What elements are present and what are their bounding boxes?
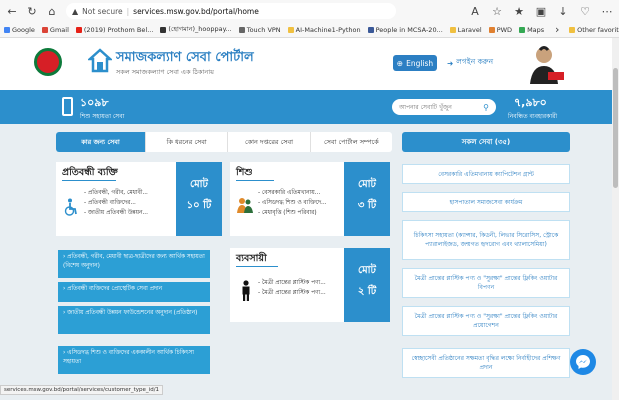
card-item: - মৈত্রী প্রান্তের প্লাস্টিক পণ্য... — [258, 280, 326, 286]
card-title: ব্যবসায়ী — [236, 253, 267, 264]
service-search-input[interactable]: আপনার সেবাটি খুঁজুন ⚲ — [392, 99, 496, 115]
tab-about-portal[interactable]: সেবা পোর্টাল সম্পর্কে — [311, 132, 392, 152]
card-item: - প্রতিবন্ধী, গরীব, মেধাবী... — [84, 190, 148, 196]
service-link[interactable]: › প্রতিবন্ধী, গরীব, মেধাবী ছাত্র-ছাত্রীদ… — [58, 250, 210, 278]
globe-icon: ⊕ — [396, 58, 404, 68]
scrollbar-thumb[interactable] — [613, 68, 618, 188]
portrait-icon — [530, 46, 564, 84]
bookmarks-bar: Google Gmail (2019) Prothom Bel... (হোগম… — [0, 22, 619, 38]
all-services-item[interactable]: হাসপাতাল সমাজসেবা কার্যক্রম — [402, 192, 570, 212]
download-icon[interactable]: ↓ — [557, 5, 569, 18]
reload-icon[interactable]: ↻ — [26, 5, 38, 18]
service-link[interactable]: › প্রতিবন্ধী ব্যক্তিদের প্রোস্থেটিক সেবা… — [58, 282, 210, 302]
all-services-header[interactable]: সকল সেবা (৩৫) — [402, 132, 570, 152]
phone-icon — [62, 97, 73, 116]
collections-icon[interactable]: ▣ — [535, 5, 547, 18]
bookmark-pwd[interactable]: PWD — [488, 26, 512, 34]
bookmark-laravel[interactable]: Laravel — [449, 26, 482, 34]
home-icon[interactable]: ⌂ — [46, 5, 58, 18]
more-icon[interactable]: ⋯ — [601, 5, 613, 18]
login-icon: ➜ — [447, 58, 454, 68]
bookmark-maps[interactable]: Maps — [519, 26, 544, 34]
card-disabled-persons[interactable]: প্রতিবন্ধী ব্যক্তি - প্রতিবন্ধী, গরীব, ম… — [56, 162, 222, 236]
total-badge: মোট ২ টি — [344, 248, 390, 322]
warning-icon: ▲ — [72, 6, 79, 16]
card-business[interactable]: ব্যবসায়ী - মৈত্রী প্রান্তের প্লাস্টিক প… — [230, 248, 390, 322]
not-secure-label: Not secure — [82, 6, 123, 16]
card-item: - জাতীয় প্রতিবন্ধী উন্নয়ন... — [84, 210, 148, 216]
tab-department[interactable]: কোন দপ্তরের সেবা — [228, 132, 311, 152]
all-services-item[interactable]: বেসরকারি এতিমখানায় ক্যাপিটেশন গ্রান্ট — [402, 164, 570, 184]
chevron-right-icon[interactable]: › — [551, 23, 563, 36]
language-button[interactable]: ⊕ English — [393, 55, 437, 71]
bookmark-people-mcsa[interactable]: People in MCSA-20... — [367, 26, 443, 34]
bookmark-gmail[interactable]: Gmail — [41, 26, 69, 34]
card-item: - বেসরকারি এতিমখানায়... — [258, 190, 321, 196]
all-services-item[interactable]: স্বেচ্ছাসেবী প্রতিষ্ঠানের সক্ষমতা বৃদ্ধি… — [402, 348, 570, 378]
bookmark-touch-vpn[interactable]: Touch VPN — [238, 26, 281, 34]
address-bar[interactable]: ▲ Not secure | services.msw.gov.bd/porta… — [66, 3, 396, 19]
card-item: - মৈত্রী প্রান্তের প্লাস্টিক পণ্য... — [258, 290, 326, 296]
bookmark-other-favorites[interactable]: Other favorites — [569, 26, 619, 34]
government-logo-icon[interactable] — [34, 48, 62, 76]
total-badge: মোট ৩ টি — [344, 162, 390, 236]
total-badge: মোট ১০ টি — [176, 162, 222, 236]
card-title: শিশু — [236, 167, 253, 178]
home-logo-icon[interactable] — [88, 48, 112, 74]
wheelchair-icon — [64, 198, 77, 216]
all-services-item[interactable]: মৈত্রী প্রান্তের প্লাস্টিক পণ্য ও "সুরক্… — [402, 306, 570, 336]
scrollbar[interactable] — [612, 38, 619, 400]
service-link[interactable]: › এসিডদগ্ধ শিশু ও ব্যক্তিদের এককালীন আর্… — [58, 346, 210, 374]
back-icon[interactable]: ← — [6, 5, 18, 18]
url-text: services.msw.gov.bd/portal/home — [133, 6, 259, 16]
bookmark-google[interactable]: Google — [4, 26, 35, 34]
bookmark-ai-python[interactable]: AI-Machine1-Python — [287, 26, 361, 34]
service-link[interactable]: › জাতীয় প্রতিবন্ধী উন্নয়ন ফাউন্ডেশনের … — [58, 306, 210, 334]
tab-for-whom[interactable]: কার জন্য সেবা — [56, 132, 146, 152]
registered-label: নিবন্ধিত ব্যবহারকারী — [508, 113, 558, 120]
hotline-label: শিশু সহায়তা সেবা — [80, 113, 125, 120]
site-subtitle: সকল সমাজকল্যাণ সেবা এক ঠিকানায় — [116, 68, 214, 76]
status-url: services.msw.gov.bd/portal/services/cust… — [0, 385, 164, 395]
family-icon — [237, 198, 253, 213]
businessman-icon — [242, 280, 250, 301]
card-child[interactable]: শিশু - বেসরকারি এতিমখানায়... - এসিডদগ্ধ… — [230, 162, 390, 236]
login-button[interactable]: ➜ লগইন করুন — [447, 57, 493, 69]
page: সমাজকল্যাণ সেবা পোর্টাল সকল সমাজকল্যাণ স… — [0, 38, 612, 400]
search-icon[interactable]: ⚲ — [483, 103, 489, 112]
bookmark-prothom[interactable]: (2019) Prothom Bel... — [75, 26, 153, 34]
favorite-star-icon[interactable]: ☆ — [491, 5, 503, 18]
info-band: ১০৯৮ শিশু সহায়তা সেবা আপনার সেবাটি খুঁজ… — [0, 90, 612, 124]
favorites-icon[interactable]: ★ — [513, 5, 525, 18]
bookmark-hogman[interactable]: (হোগমান)_hooppay... — [160, 24, 232, 35]
site-title[interactable]: সমাজকল্যাণ সেবা পোর্টাল — [116, 48, 254, 69]
card-title: প্রতিবন্ধী ব্যক্তি — [62, 167, 118, 178]
card-item: - এসিডদগ্ধ শিশু ও ব্যক্তিদে... — [258, 200, 327, 206]
card-item: - মেধাবৃত্তি (শিশু পরিবার) — [258, 210, 317, 216]
tab-service-type[interactable]: কি ধরনের সেবা — [146, 132, 229, 152]
browser-toolbar: ← ↻ ⌂ ▲ Not secure | services.msw.gov.bd… — [0, 0, 619, 22]
extensions-icon[interactable]: ♡ — [579, 5, 591, 18]
messenger-icon[interactable] — [570, 349, 596, 375]
all-services-item[interactable]: চিকিৎসা সহায়তা (ক্যান্সার, কিডনী, লিভার… — [402, 220, 570, 260]
read-aloud-icon[interactable]: A — [469, 5, 481, 18]
all-services-item[interactable]: মৈত্রী প্রান্তের প্লাস্টিক পণ্য ও "সুরক্… — [402, 268, 570, 298]
card-item: - প্রতিবন্ধী ব্যক্তিদের... — [84, 200, 136, 206]
service-tabs: কার জন্য সেবা কি ধরনের সেবা কোন দপ্তরের … — [56, 132, 392, 152]
site-header: সমাজকল্যাণ সেবা পোর্টাল সকল সমাজকল্যাণ স… — [0, 38, 612, 90]
